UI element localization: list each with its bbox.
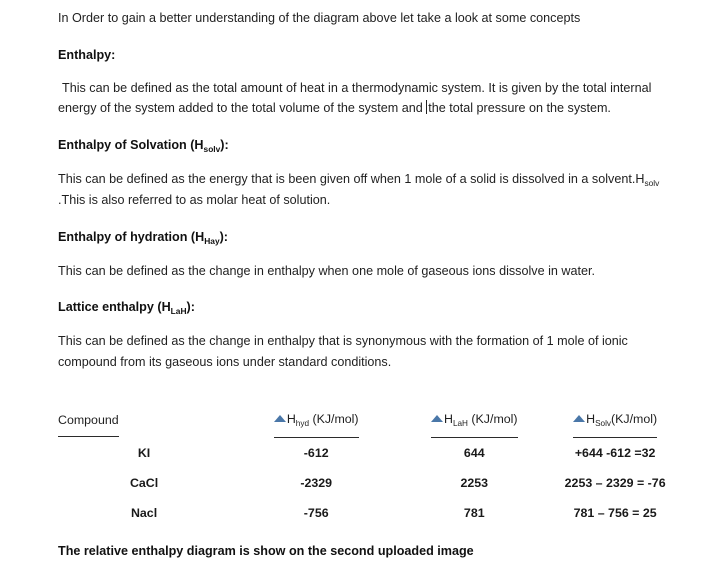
column-header-hyd-subscript: hyd	[295, 419, 309, 428]
paragraph-solvation-part2: .This is also referred to as molar heat …	[58, 193, 331, 207]
document-page: In Order to gain a better understanding …	[0, 0, 714, 558]
table-row: CaCl -2329 2253 2253 – 2329 = -76	[58, 468, 684, 498]
heading-lattice-tail: ):	[186, 300, 195, 314]
column-header-solv: HSolv(KJ/mol)	[546, 404, 684, 438]
heading-enthalpy: Enthalpy:	[58, 45, 684, 65]
column-header-solv-subscript: Solv	[595, 419, 611, 428]
column-header-hyd-base: H	[286, 412, 296, 426]
column-header-lah-base: H	[443, 412, 453, 426]
column-header-compound: Compound	[58, 404, 230, 438]
intro-paragraph: In Order to gain a better understanding …	[58, 11, 581, 25]
column-header-compound-label: Compound	[58, 405, 119, 437]
cell-lah: 2253	[460, 476, 489, 490]
heading-solvation-base: Enthalpy of Solvation (H	[58, 137, 204, 152]
column-header-hyd: Hhyd (KJ/mol)	[230, 404, 402, 438]
cell-compound: Nacl	[130, 506, 158, 520]
table-header-row: Compound Hhyd (KJ/mol) HLaH (KJ/mol) HSo…	[58, 404, 684, 438]
paragraph-solvation: This can be defined as the energy that i…	[58, 169, 684, 211]
column-header-solv-base: H	[586, 412, 596, 426]
heading-lattice-subscript: LaH	[170, 306, 187, 316]
cell-lah: 644	[463, 446, 485, 460]
heading-hydration-subscript: Hay	[204, 235, 220, 246]
heading-enthalpy-label: Enthalpy:	[58, 47, 116, 62]
cell-hyd: -756	[303, 506, 329, 520]
heading-lattice-enthalpy: Lattice enthalpy (HLaH):	[58, 297, 684, 318]
cell-compound: KI	[137, 446, 151, 460]
column-header-lah-label: HLaH (KJ/mol)	[430, 404, 518, 438]
column-header-lah-subscript: LaH	[452, 419, 468, 428]
heading-enthalpy-of-hydration: Enthalpy of hydration (HHay):	[58, 227, 684, 248]
delta-triangle-icon	[430, 415, 443, 422]
cell-compound: CaCl	[129, 476, 159, 490]
column-header-hyd-label: Hhyd (KJ/mol)	[273, 404, 359, 438]
enthalpy-table-head: Compound Hhyd (KJ/mol) HLaH (KJ/mol) HSo…	[58, 404, 684, 438]
enthalpy-table-body: KI -612 644 +644 -612 =32 CaCl -2329 225…	[58, 438, 684, 528]
cell-solv: +644 -612 =32	[574, 446, 656, 460]
delta-triangle-icon	[573, 415, 586, 422]
column-header-lah-units: (KJ/mol)	[467, 412, 518, 426]
paragraph-lattice-enthalpy: This can be defined as the change in ent…	[58, 334, 628, 369]
enthalpy-table-wrapper: Compound Hhyd (KJ/mol) HLaH (KJ/mol) HSo…	[58, 404, 684, 528]
paragraph-enthalpy-text-after-caret: the total pressure on the system.	[428, 101, 611, 115]
cell-solv: 781 – 756 = 25	[573, 506, 657, 520]
paragraph-hydration: This can be defined as the change in ent…	[58, 263, 595, 278]
heading-solvation-subscript: solv	[203, 143, 221, 154]
column-header-lah: HLaH (KJ/mol)	[402, 404, 546, 438]
cell-hyd: -2329	[300, 476, 333, 490]
heading-hydration-base: Enthalpy of hydration (H	[58, 229, 205, 244]
paragraph-enthalpy: This can be defined as the total amount …	[58, 78, 684, 119]
cell-hyd: -612	[303, 446, 329, 460]
column-header-solv-label: HSolv(KJ/mol)	[573, 404, 658, 438]
column-header-hyd-units: (KJ/mol)	[309, 412, 359, 426]
table-row: KI -612 644 +644 -612 =32	[58, 438, 684, 468]
footer-note: The relative enthalpy diagram is show on…	[58, 544, 474, 558]
heading-hydration-tail: ):	[219, 229, 228, 244]
paragraph-solvation-subscript: solv	[644, 177, 660, 188]
enthalpy-table: Compound Hhyd (KJ/mol) HLaH (KJ/mol) HSo…	[58, 404, 684, 528]
heading-enthalpy-of-solvation: Enthalpy of Solvation (Hsolv):	[58, 135, 684, 156]
heading-lattice-base: Lattice enthalpy (H	[58, 300, 171, 314]
column-header-compound-text: Compound	[58, 413, 119, 427]
table-row: Nacl -756 781 781 – 756 = 25	[58, 498, 684, 528]
cell-lah: 781	[463, 506, 485, 520]
cell-solv: 2253 – 2329 = -76	[564, 476, 666, 490]
column-header-solv-units: (KJ/mol)	[611, 412, 658, 426]
delta-triangle-icon	[273, 415, 286, 422]
heading-solvation-tail: ):	[220, 137, 229, 152]
paragraph-solvation-part1: This can be defined as the energy that i…	[58, 171, 645, 186]
